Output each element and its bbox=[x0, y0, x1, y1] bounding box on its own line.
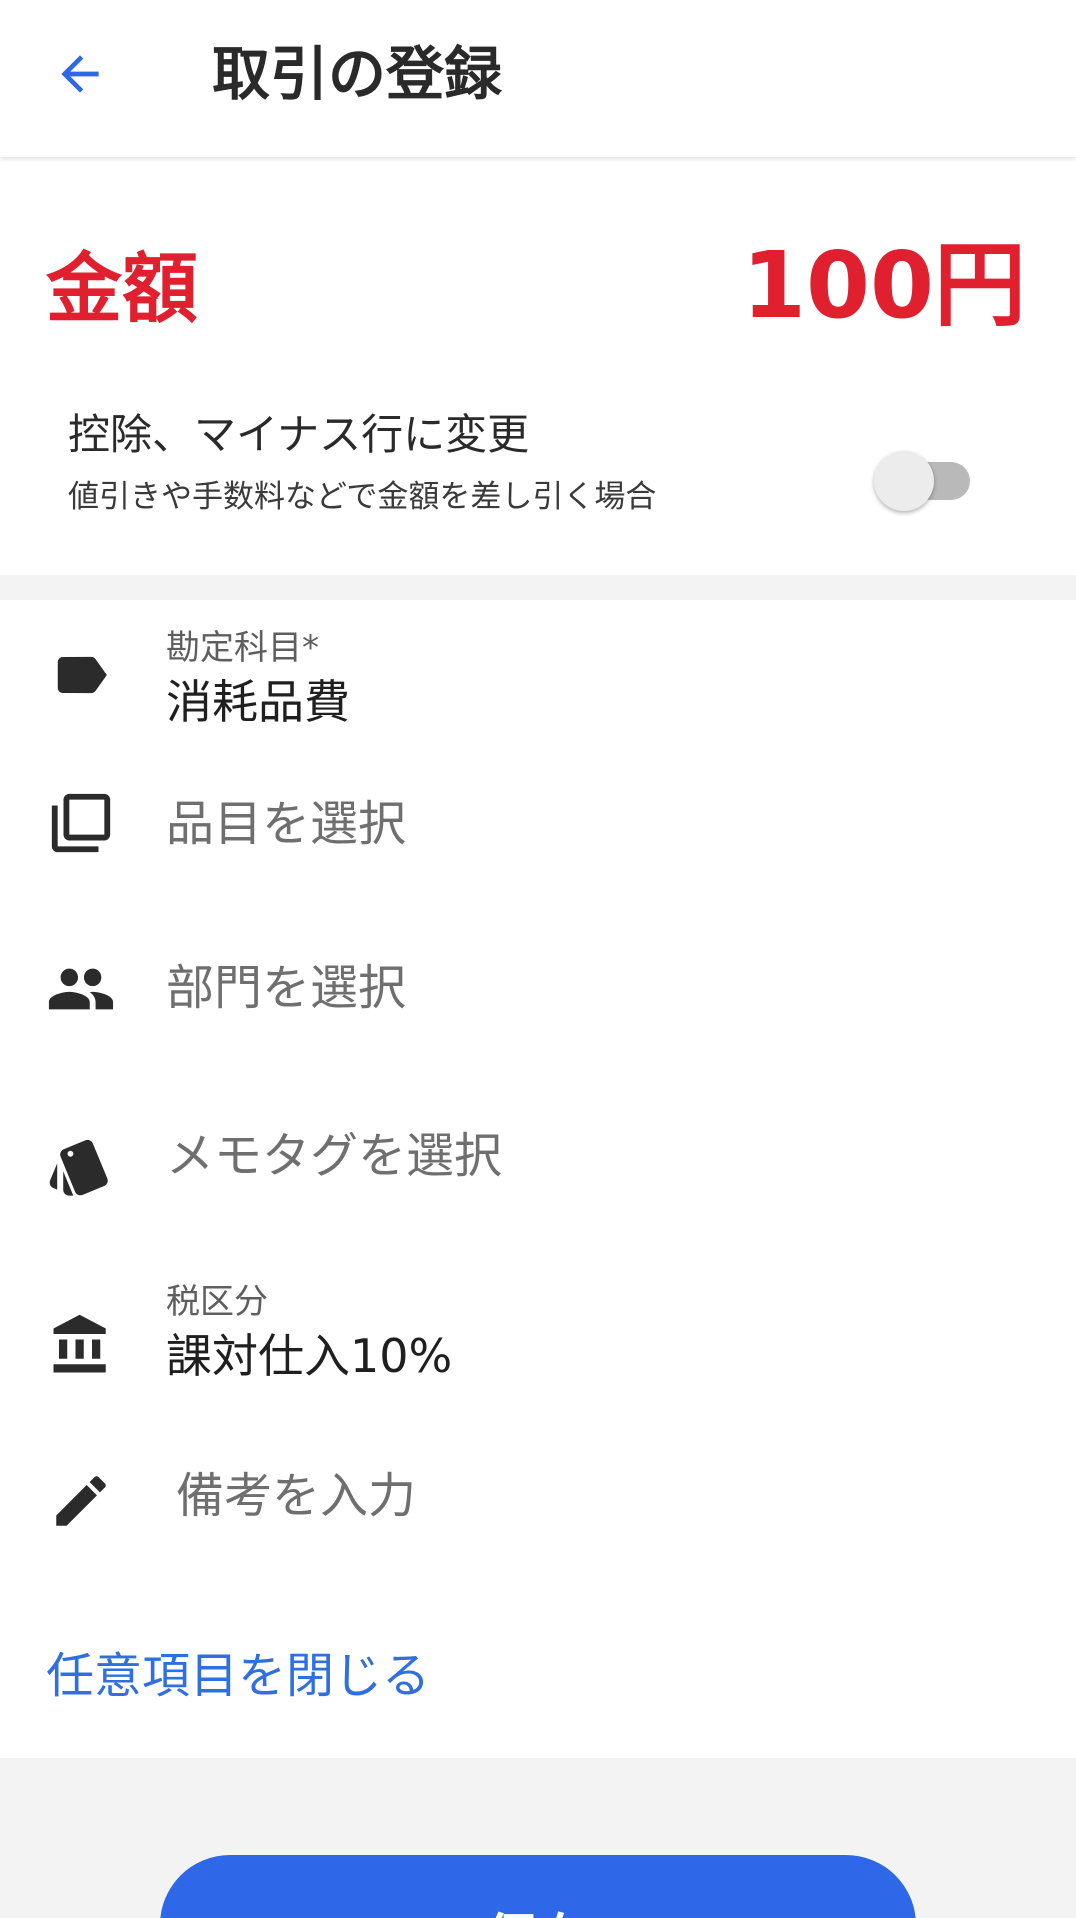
item-field[interactable]: 品目を選択 bbox=[0, 750, 1076, 900]
account-field[interactable]: 勘定科目* 消耗品費 bbox=[0, 600, 1076, 730]
tax-label: 税区分 bbox=[166, 1282, 268, 1322]
note-field[interactable]: 備考を入力 bbox=[0, 1440, 1076, 1590]
department-field[interactable]: 部門を選択 bbox=[0, 920, 1076, 1070]
switch-thumb bbox=[874, 451, 934, 511]
people-icon bbox=[46, 954, 116, 1024]
amount-section: 金額 100円 控除、マイナス行に変更 値引きや手数料などで金額を差し引く場合 bbox=[0, 157, 1076, 575]
memo-tag-field[interactable]: メモタグを選択 bbox=[0, 1090, 1076, 1240]
amount-value[interactable]: 100円 bbox=[742, 231, 1026, 341]
note-input[interactable]: 備考を入力 bbox=[176, 1464, 416, 1528]
arrow-left-icon bbox=[61, 55, 99, 93]
save-button[interactable]: 保存 bbox=[160, 1855, 916, 1918]
deduction-subtitle: 値引きや手数料などで金額を差し引く場合 bbox=[68, 479, 657, 515]
bank-icon bbox=[46, 1310, 116, 1380]
app-bar: 取引の登録 bbox=[0, 0, 1076, 157]
back-button[interactable] bbox=[40, 34, 120, 114]
page-title: 取引の登録 bbox=[212, 40, 503, 108]
label-tag-icon bbox=[46, 640, 116, 710]
department-placeholder: 部門を選択 bbox=[166, 960, 407, 1016]
tax-value: 課対仕入10% bbox=[166, 1329, 453, 1383]
library-copy-icon bbox=[46, 788, 116, 858]
pencil-icon bbox=[46, 1466, 116, 1536]
collapse-optional-link[interactable]: 任意項目を閉じる bbox=[46, 1644, 430, 1708]
tags-icon bbox=[46, 1130, 116, 1200]
form-section: 勘定科目* 消耗品費 品目を選択 部門を選択 メモタグを選択 税区分 課対仕入1… bbox=[0, 600, 1076, 1758]
deduction-switch[interactable] bbox=[874, 449, 974, 513]
amount-label: 金額 bbox=[46, 244, 198, 333]
account-label: 勘定科目* bbox=[166, 628, 319, 668]
deduction-toggle-row[interactable]: 控除、マイナス行に変更 値引きや手数料などで金額を差し引く場合 bbox=[0, 407, 1076, 557]
item-placeholder: 品目を選択 bbox=[166, 796, 407, 852]
deduction-title: 控除、マイナス行に変更 bbox=[68, 410, 530, 459]
memo-tag-placeholder: メモタグを選択 bbox=[166, 1128, 503, 1184]
tax-field[interactable]: 税区分 課対仕入10% bbox=[0, 1280, 1076, 1410]
account-value: 消耗品費 bbox=[166, 675, 350, 729]
